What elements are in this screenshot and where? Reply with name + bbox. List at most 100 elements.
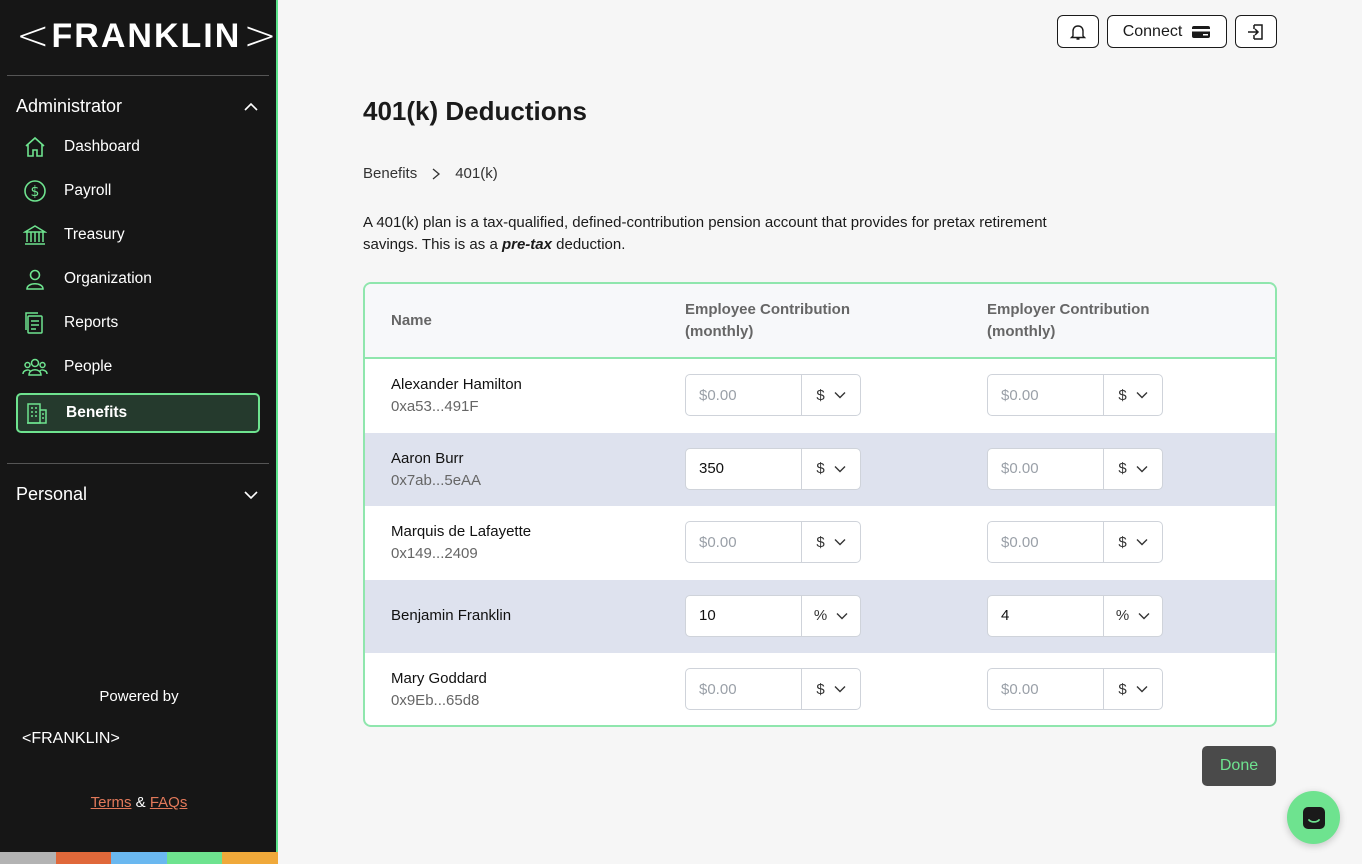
employer-unit-value: $ (1118, 460, 1127, 477)
column-header-employer: Employer Contribution (monthly) (987, 299, 1150, 343)
employer-unit-select[interactable]: $ (1104, 449, 1162, 489)
chevron-down-icon (834, 539, 846, 546)
franklin-logo[interactable]: < FRANKLIN > (16, 16, 277, 56)
employer-contribution-field: $0.00 $ (987, 668, 1163, 710)
chevron-down-icon (834, 465, 846, 472)
logout-button[interactable] (1235, 15, 1277, 48)
connect-label: Connect (1122, 22, 1183, 40)
logo-wordmark: FRANKLIN (31, 730, 111, 747)
notifications-button[interactable] (1057, 15, 1099, 48)
bell-icon (1069, 24, 1087, 40)
breadcrumb-benefits[interactable]: Benefits (363, 165, 417, 182)
chevron-down-icon (834, 392, 846, 399)
administrator-section-toggle[interactable]: Administrator (16, 96, 260, 117)
administrator-section-label: Administrator (16, 96, 123, 116)
employee-unit-select[interactable]: % (802, 596, 860, 636)
employee-contribution-input[interactable]: 350 (686, 448, 802, 489)
sidebar-item-treasury[interactable]: Treasury (16, 215, 260, 255)
sidebar-item-people[interactable]: People (16, 347, 260, 387)
employer-contribution-field: $0.00 $ (987, 521, 1163, 563)
sidebar-item-benefits[interactable]: Benefits (16, 393, 260, 433)
employer-contribution-input[interactable]: $0.00 (988, 448, 1104, 489)
employer-unit-select[interactable]: % (1104, 596, 1162, 636)
employee-contribution-input[interactable]: $0.00 (686, 375, 802, 415)
employee-contribution-input[interactable]: $0.00 (686, 522, 802, 562)
breadcrumb-401k: 401(k) (455, 165, 498, 182)
employer-contribution-field: $0.00 $ (987, 374, 1163, 416)
chevron-up-icon (244, 102, 258, 111)
employer-contribution-input[interactable]: $0.00 (988, 375, 1104, 415)
employee-contribution-field: 10 % (685, 594, 861, 637)
employer-unit-value: % (1115, 607, 1130, 624)
table-header: Name Employee Contribution (monthly) Emp… (365, 284, 1275, 359)
sidebar-item-reports[interactable]: Reports (16, 303, 260, 343)
employee-contribution-input[interactable]: 10 (686, 595, 802, 636)
brand-color-bar (0, 852, 278, 864)
plan-description: A 401(k) plan is a tax-qualified, define… (363, 212, 1053, 256)
chevron-down-icon (1136, 686, 1148, 693)
chevron-down-icon (834, 686, 846, 693)
home-icon (18, 134, 52, 160)
employer-unit-select[interactable]: $ (1104, 375, 1162, 415)
employee-unit-select[interactable]: $ (802, 669, 860, 709)
logo-wordmark: FRANKLIN (51, 17, 242, 55)
employee-unit-select[interactable]: $ (802, 375, 860, 415)
employer-unit-value: $ (1118, 533, 1127, 551)
done-button[interactable]: Done (1202, 746, 1276, 786)
personal-section-toggle[interactable]: Personal (16, 484, 260, 505)
sidebar-item-payroll[interactable]: $ Payroll (16, 171, 260, 211)
employee-name: Mary Goddard (391, 670, 487, 687)
employer-contribution-field: 4 % (987, 594, 1163, 637)
chevron-down-icon (1138, 612, 1150, 619)
employee-name: Aaron Burr (391, 449, 464, 467)
chevron-down-icon (1136, 465, 1148, 472)
chat-icon (1302, 806, 1325, 829)
chat-launcher-button[interactable] (1287, 791, 1340, 844)
chevron-down-icon (1136, 539, 1148, 546)
column-header-name: Name (391, 312, 432, 329)
column-header-employer-line1: Employer Contribution (987, 301, 1150, 318)
chevron-down-icon (836, 612, 848, 619)
employer-contribution-field: $0.00 $ (987, 447, 1163, 490)
chevron-down-icon (244, 490, 258, 499)
sidebar-item-label: People (64, 358, 113, 375)
sidebar-item-label: Benefits (66, 404, 128, 421)
connect-button[interactable]: Connect (1107, 15, 1227, 48)
employee-name: Alexander Hamilton (391, 376, 522, 393)
employee-unit-select[interactable]: $ (802, 522, 860, 562)
terms-link[interactable]: Terms (91, 794, 132, 811)
sidebar-item-organization[interactable]: Organization (16, 259, 260, 299)
reports-icon (18, 310, 52, 336)
employee-contribution-input[interactable]: $0.00 (686, 669, 802, 709)
sidebar-item-dashboard[interactable]: Dashboard (16, 127, 260, 167)
footer-links: Terms & FAQs (0, 794, 278, 811)
table-row: Marquis de Lafayette 0x149...2409 $0.00 $… (365, 506, 1275, 580)
sidebar-item-label: Payroll (64, 182, 112, 199)
wallet-address: 0xa53...491F (391, 398, 479, 415)
employee-unit-value: % (813, 607, 828, 624)
user-icon (18, 266, 52, 292)
employee-unit-select[interactable]: $ (802, 449, 860, 489)
employee-unit-value: $ (816, 533, 825, 551)
employer-unit-select[interactable]: $ (1104, 522, 1162, 562)
column-header-employer-line2: (monthly) (987, 323, 1056, 340)
building-icon (20, 400, 54, 426)
dollar-icon: $ (18, 178, 52, 204)
faqs-link[interactable]: FAQs (150, 794, 188, 811)
employee-unit-value: $ (816, 386, 825, 404)
sidebar-item-label: Treasury (64, 226, 125, 243)
people-icon (18, 354, 52, 380)
sidebar-divider (7, 463, 269, 464)
description-text-end: deduction. (551, 236, 626, 253)
description-emphasis: pre-tax (501, 236, 552, 253)
employer-unit-value: $ (1118, 680, 1127, 698)
employee-name: Marquis de Lafayette (391, 523, 532, 540)
employer-contribution-input[interactable]: 4 (988, 595, 1104, 636)
chevron-right-icon (432, 168, 441, 179)
employer-contribution-input[interactable]: $0.00 (988, 669, 1104, 709)
employer-contribution-input[interactable]: $0.00 (988, 522, 1104, 562)
wallet-address: 0x149...2409 (391, 545, 478, 562)
table-row: Mary Goddard 0x9Eb...65d8 $0.00 $ $0.00 $ (365, 653, 1275, 725)
employee-contribution-field: $0.00 $ (685, 374, 861, 416)
employer-unit-select[interactable]: $ (1104, 669, 1162, 709)
